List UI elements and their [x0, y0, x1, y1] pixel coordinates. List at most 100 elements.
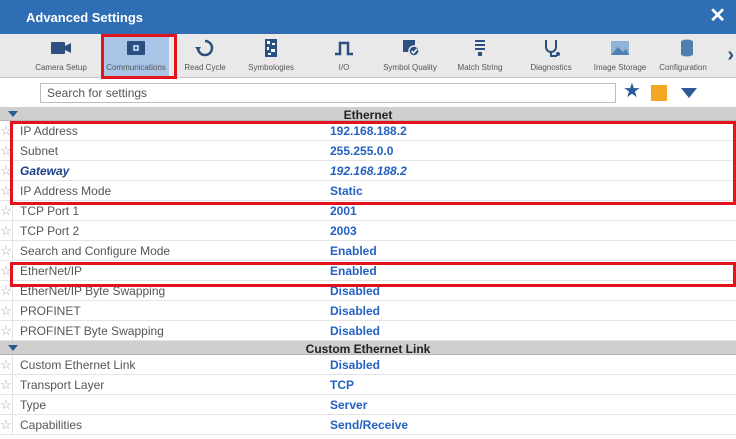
setting-label: Search and Configure Mode	[20, 244, 171, 258]
window-title: Advanced Settings	[26, 10, 144, 25]
setting-row[interactable]: ☆ EtherNet/IP Byte Swapping Disabled	[0, 281, 736, 301]
favorite-star-icon[interactable]: ☆	[0, 395, 13, 415]
setting-value[interactable]: Send/Receive	[330, 418, 408, 432]
tool-label: Communications	[106, 63, 166, 72]
filter-square-icon[interactable]	[651, 85, 667, 101]
setting-label: PROFINET	[20, 304, 81, 318]
setting-row[interactable]: ☆ EtherNet/IP Enabled	[0, 261, 736, 281]
favorite-star-icon[interactable]: ☆	[0, 375, 13, 395]
section-header[interactable]: Custom Ethernet Link	[0, 341, 736, 356]
setting-row[interactable]: ☆ PROFINET Byte Swapping Disabled	[0, 321, 736, 341]
setting-row[interactable]: ☆ Gateway 192.168.188.2	[0, 161, 736, 181]
favorite-star-icon[interactable]: ☆	[0, 355, 13, 375]
setting-row[interactable]: ☆ IP Address 192.168.188.2	[0, 121, 736, 141]
favorite-star-icon[interactable]: ☆	[0, 121, 13, 141]
section-title: Custom Ethernet Link	[305, 342, 431, 356]
setting-value[interactable]: 2001	[330, 204, 357, 218]
match-string-icon	[475, 40, 485, 56]
setting-row[interactable]: ☆ TCP Port 2 2003	[0, 221, 736, 241]
setting-label: EtherNet/IP	[20, 264, 83, 278]
setting-value[interactable]: Disabled	[330, 324, 380, 338]
section-header[interactable]: Ethernet	[0, 107, 736, 122]
tool-camera-setup[interactable]: Camera Setup	[28, 34, 94, 78]
tool-communications[interactable]: Communications	[103, 34, 169, 78]
stethoscope-icon	[545, 40, 560, 57]
tool-match-string[interactable]: Match String	[447, 34, 513, 78]
tool-label: Symbologies	[248, 63, 294, 72]
image-storage-icon	[611, 41, 629, 55]
tool-diagnostics[interactable]: Diagnostics	[518, 34, 584, 78]
tool-symbol-quality[interactable]: Symbol Quality	[377, 34, 443, 78]
close-icon[interactable]: ✕	[709, 6, 726, 26]
setting-label: Subnet	[20, 144, 59, 158]
setting-row[interactable]: ☆ TCP Port 1 2001	[0, 201, 736, 221]
setting-value[interactable]: 192.168.188.2	[330, 124, 407, 138]
tool-configuration[interactable]: Configuration	[650, 34, 716, 78]
setting-value[interactable]: 255.255.0.0	[330, 144, 393, 158]
favorite-star-icon[interactable]: ☆	[0, 141, 13, 161]
toolbar: Camera Setup Communications Read Cycle S…	[0, 34, 736, 78]
setting-value[interactable]: Disabled	[330, 358, 380, 372]
setting-row[interactable]: ☆ Search and Configure Mode Enabled	[0, 241, 736, 261]
search-input[interactable]	[40, 83, 616, 103]
tool-read-cycle[interactable]: Read Cycle	[172, 34, 238, 78]
favorite-star-icon[interactable]: ☆	[0, 181, 13, 201]
setting-row[interactable]: ☆ IP Address Mode Static	[0, 181, 736, 201]
tool-label: Camera Setup	[35, 63, 87, 72]
setting-value[interactable]: Enabled	[330, 244, 377, 258]
setting-label: EtherNet/IP Byte Swapping	[20, 284, 166, 298]
tool-symbologies[interactable]: Symbologies	[238, 34, 304, 78]
setting-value[interactable]: TCP	[330, 378, 354, 392]
setting-row[interactable]: ☆ Custom Ethernet Link Disabled	[0, 355, 736, 375]
setting-value[interactable]: 192.168.188.2	[330, 164, 407, 178]
read-cycle-icon	[195, 39, 214, 57]
tool-label: I/O	[338, 63, 350, 72]
setting-label: IP Address Mode	[20, 184, 112, 198]
camera-icon	[51, 42, 71, 54]
favorites-star-icon[interactable]: ★	[623, 81, 641, 101]
tool-label: Symbol Quality	[383, 63, 437, 72]
favorite-star-icon[interactable]: ☆	[0, 321, 13, 341]
setting-value[interactable]: Server	[330, 398, 367, 412]
symbol-quality-icon	[403, 40, 420, 57]
section-title: Ethernet	[343, 108, 393, 122]
tool-label: Diagnostics	[530, 63, 572, 72]
setting-row[interactable]: ☆ PROFINET Disabled	[0, 301, 736, 321]
io-pulse-icon	[335, 41, 353, 56]
setting-row[interactable]: ☆ Subnet 255.255.0.0	[0, 141, 736, 161]
setting-value[interactable]: Static	[330, 184, 363, 198]
setting-row[interactable]: ☆ Type Server	[0, 395, 736, 415]
chevron-right-icon[interactable]: ›	[727, 44, 734, 67]
database-icon	[681, 39, 693, 57]
favorite-star-icon[interactable]: ☆	[0, 241, 13, 261]
favorite-star-icon[interactable]: ☆	[0, 261, 13, 281]
favorite-star-icon[interactable]: ☆	[0, 415, 13, 435]
tool-label: Image Storage	[593, 63, 647, 72]
setting-value[interactable]: Enabled	[330, 264, 377, 278]
symbologies-icon	[265, 39, 277, 57]
setting-label: Transport Layer	[20, 378, 105, 392]
favorite-star-icon[interactable]: ☆	[0, 281, 13, 301]
favorite-star-icon[interactable]: ☆	[0, 221, 13, 241]
favorite-star-icon[interactable]: ☆	[0, 161, 13, 181]
setting-row[interactable]: ☆ Capabilities Send/Receive	[0, 415, 736, 435]
setting-label: TCP Port 1	[20, 204, 80, 218]
setting-label: PROFINET Byte Swapping	[20, 324, 164, 338]
setting-value[interactable]: Disabled	[330, 284, 380, 298]
setting-label: Gateway	[20, 164, 70, 178]
setting-value[interactable]: Disabled	[330, 304, 380, 318]
setting-label: Custom Ethernet Link	[20, 358, 136, 372]
dropdown-triangle-icon[interactable]	[681, 88, 697, 98]
communications-icon	[127, 41, 145, 55]
setting-label: Type	[20, 398, 47, 412]
tool-label: Read Cycle	[184, 63, 226, 72]
setting-row[interactable]: ☆ Transport Layer TCP	[0, 375, 736, 395]
advanced-settings-window: Advanced Settings ✕ Camera Setup Communi…	[0, 0, 736, 439]
tool-io[interactable]: I/O	[311, 34, 377, 78]
tool-image-storage[interactable]: Image Storage	[587, 34, 653, 78]
settings-grid: Ethernet ☆ IP Address 192.168.188.2 ☆ Subnet 2…	[0, 107, 736, 435]
favorite-star-icon[interactable]: ☆	[0, 301, 13, 321]
setting-label: IP Address	[20, 124, 78, 138]
favorite-star-icon[interactable]: ☆	[0, 201, 13, 221]
setting-value[interactable]: 2003	[330, 224, 357, 238]
